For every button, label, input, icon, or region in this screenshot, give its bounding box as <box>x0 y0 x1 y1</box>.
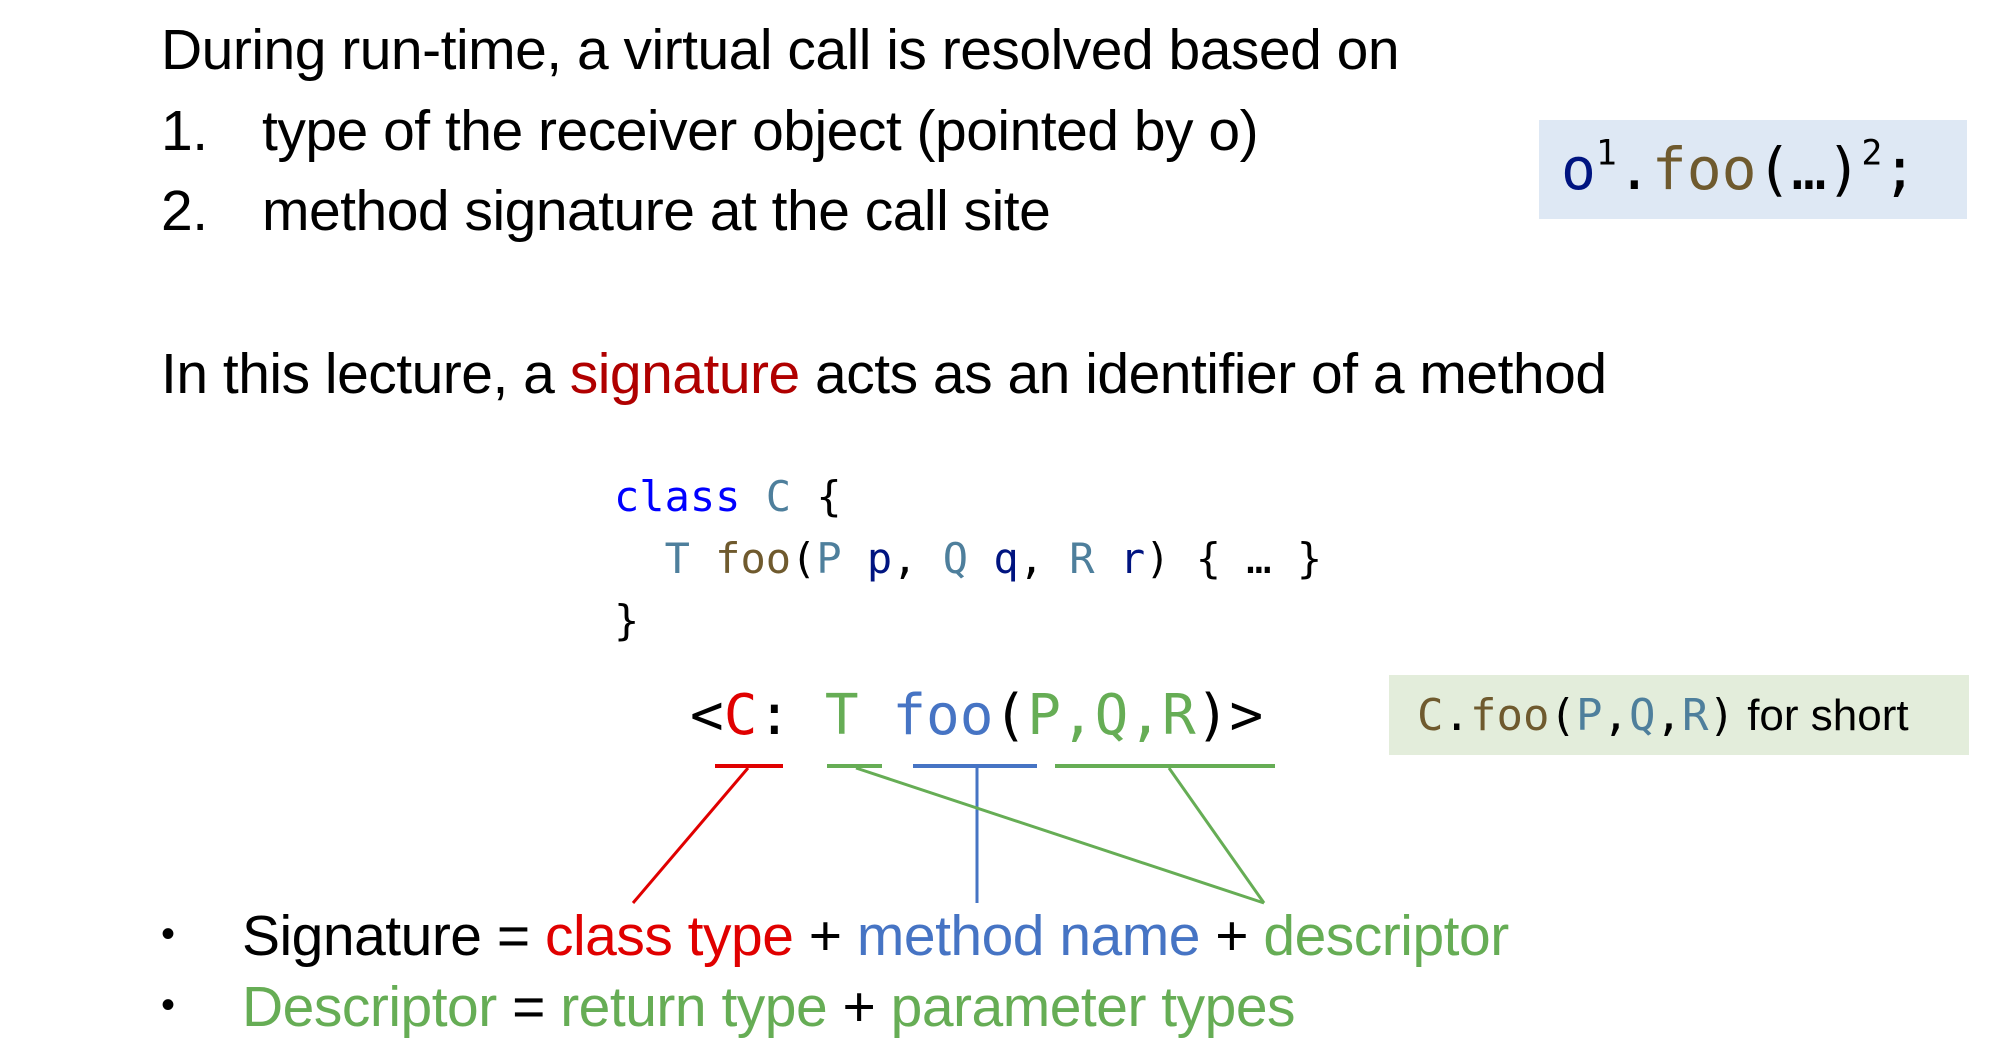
bullet-part: + <box>1199 904 1264 968</box>
bullet-icon: • <box>161 911 175 956</box>
bullet-part: Signature = <box>242 904 545 968</box>
bullet-part: class type <box>544 904 794 968</box>
bullet-signature: • Signature = class type + method name + … <box>161 908 1509 965</box>
bullet-part: descriptor <box>1263 904 1509 968</box>
bullet-part: + <box>793 904 857 968</box>
bullet-part: Descriptor <box>242 975 497 1039</box>
class-type-connector <box>631 767 750 904</box>
bullet-icon: • <box>161 982 175 1027</box>
bullet-descriptor: • Descriptor = return type + parameter ty… <box>161 979 1296 1036</box>
return-type-connector <box>855 766 1265 905</box>
bullet-part: + <box>827 975 891 1039</box>
bullet-part: = <box>496 975 561 1039</box>
bullet-part: return type <box>560 975 828 1039</box>
bullet-part: parameter types <box>890 975 1296 1039</box>
bullet-part: method name <box>856 904 1201 968</box>
param-types-connector <box>1167 767 1266 904</box>
signature-connectors <box>631 764 1275 905</box>
